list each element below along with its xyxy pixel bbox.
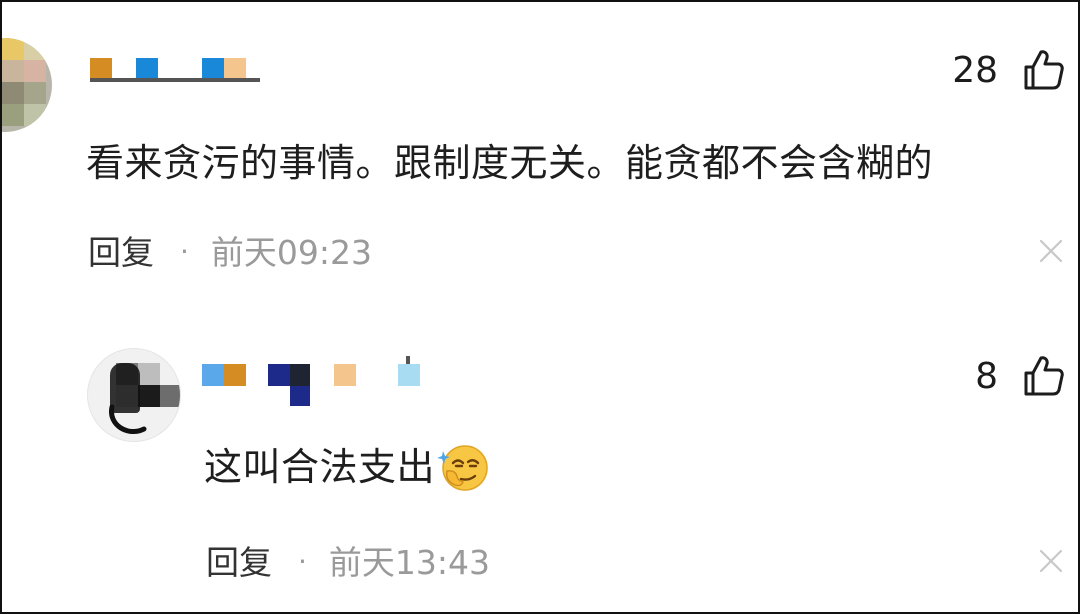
timestamp: 前天13:43 bbox=[328, 543, 491, 582]
like-count: 28 bbox=[952, 50, 998, 91]
like-count: 8 bbox=[975, 356, 998, 397]
comment-text: 这叫合法支出 bbox=[204, 436, 489, 496]
separator-dot: · bbox=[298, 545, 307, 578]
thumbs-up-icon[interactable] bbox=[1022, 354, 1066, 398]
comment-meta: 回复 · 前天09:23 bbox=[88, 226, 372, 274]
reply-button[interactable]: 回复 bbox=[206, 543, 272, 582]
comment-meta: 回复 · 前天13:43 bbox=[206, 536, 490, 584]
avatar[interactable] bbox=[2, 38, 52, 132]
comment-text: 看来贪污的事情。跟制度无关。能贪都不会含糊的 bbox=[86, 141, 934, 185]
smirk-emoji-icon bbox=[437, 441, 489, 493]
reply-button[interactable]: 回复 bbox=[88, 233, 154, 272]
timestamp: 前天09:23 bbox=[210, 233, 373, 272]
separator-dot: · bbox=[180, 235, 189, 268]
comment-panel: 28 看来贪污的事情。跟制度无关。能贪都不会含糊的 回复 · 前天09:23 8… bbox=[0, 0, 1080, 614]
username[interactable] bbox=[202, 356, 432, 406]
close-icon[interactable] bbox=[1036, 546, 1066, 576]
username[interactable] bbox=[90, 58, 270, 84]
comment-text-body: 这叫合法支出 bbox=[204, 445, 436, 489]
avatar[interactable] bbox=[87, 348, 181, 442]
thumbs-up-icon[interactable] bbox=[1022, 48, 1066, 92]
close-icon[interactable] bbox=[1036, 236, 1066, 266]
